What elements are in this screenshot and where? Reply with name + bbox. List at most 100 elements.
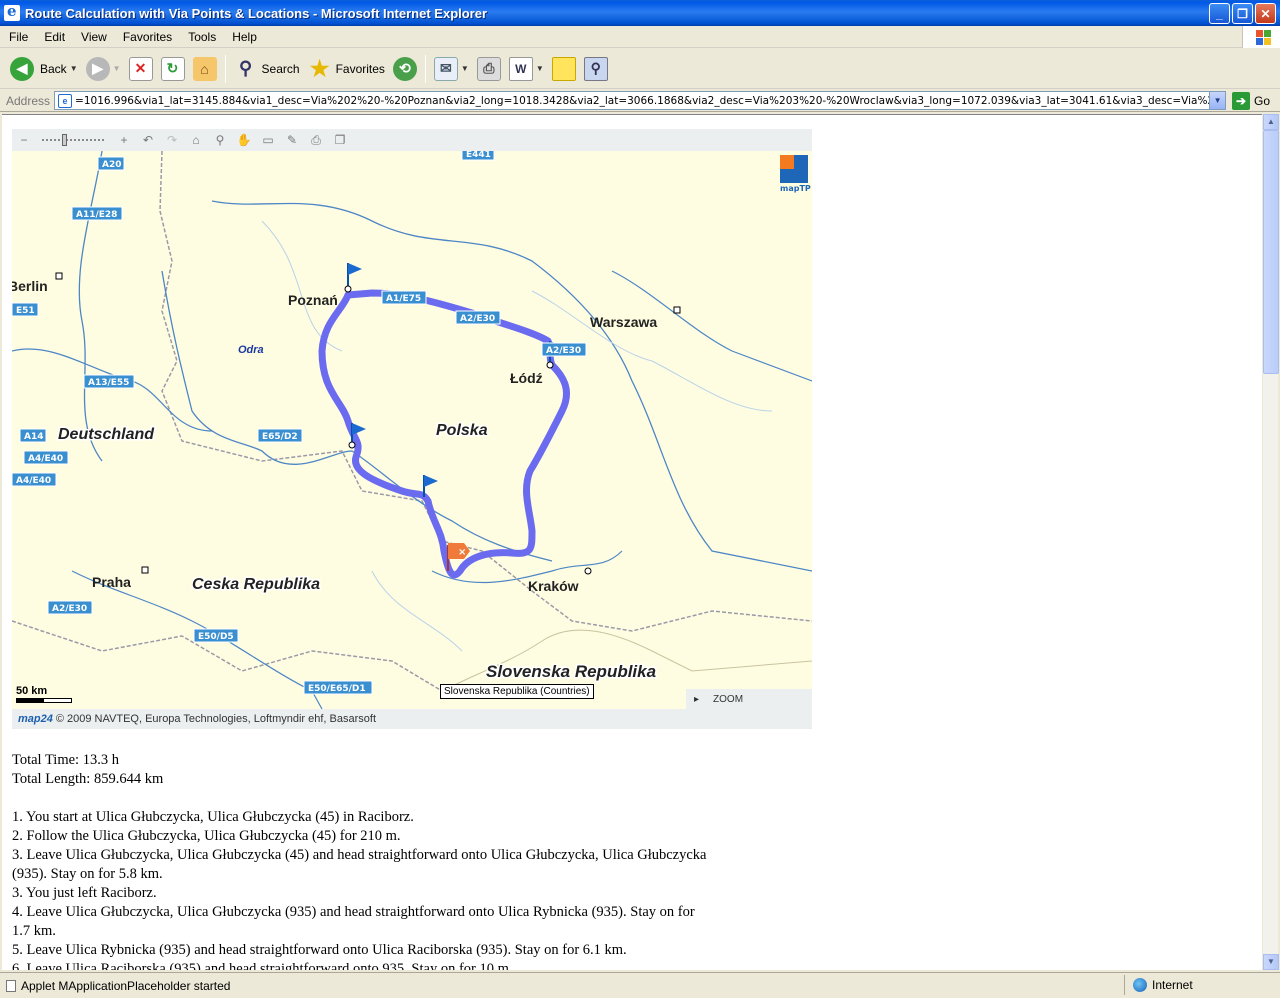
route-step: 4. Leave Ulica Głubczycka, Ulica Głubczy…	[12, 904, 695, 939]
home-icon: ⌂	[192, 56, 217, 81]
favorites-label: Favorites	[335, 61, 385, 76]
home-view-icon[interactable]: ⌂	[184, 133, 208, 147]
window-icon[interactable]: ❐	[328, 133, 352, 147]
forward-dropdown-icon[interactable]: ▼	[113, 64, 121, 73]
back-label: Back	[40, 61, 67, 76]
city-marker-praha	[141, 566, 149, 574]
search-button[interactable]: ⚲ Search	[230, 53, 304, 85]
menu-help[interactable]: Help	[223, 30, 264, 44]
svg-text:A20: A20	[102, 160, 122, 170]
history-button[interactable]: ⟲	[389, 53, 421, 85]
status-text: Applet MApplicationPlaceholder started	[0, 979, 230, 993]
refresh-icon: ↻	[160, 56, 185, 81]
address-input[interactable]: e =1016.996&via1_lat=3145.884&via1_desc=…	[54, 91, 1227, 110]
back-dropdown-icon[interactable]: ▼	[70, 64, 78, 73]
scroll-up-icon[interactable]: ▲	[1263, 114, 1279, 130]
menu-view[interactable]: View	[72, 30, 114, 44]
map-tooltip: Slovenska Republika (Countries)	[440, 684, 594, 699]
svg-text:A2/E30: A2/E30	[52, 604, 87, 614]
minimize-button[interactable]: _	[1209, 3, 1230, 24]
page-content: − + ↶ ↷ ⌂ ⚲ ✋ ▭ ✎ ⎙ ❐ × mapTP A20 A11/E2…	[2, 114, 1262, 970]
go-button[interactable]: ➔ Go	[1232, 91, 1270, 110]
toolbar-separator	[224, 54, 226, 83]
undo-icon[interactable]: ↶	[136, 133, 160, 147]
stop-button[interactable]: ✕	[125, 53, 157, 85]
scroll-down-icon[interactable]: ▼	[1263, 954, 1279, 970]
menu-favorites[interactable]: Favorites	[114, 30, 179, 44]
pin-icon[interactable]: ⚲	[208, 133, 232, 147]
city-label: Kraków	[528, 578, 579, 594]
map-footer: map24 © 2009 NAVTEQ, Europa Technologies…	[12, 709, 812, 729]
svg-text:A2/E30: A2/E30	[460, 314, 495, 324]
road-shield: A14	[19, 428, 47, 443]
road-shield: E65/D2	[257, 428, 303, 443]
menu-file[interactable]: File	[0, 30, 35, 44]
city-label: Łódź	[510, 370, 543, 386]
zoom-control[interactable]: ▸ ZOOM	[686, 689, 812, 709]
maximize-button[interactable]: ❐	[1232, 3, 1253, 24]
svg-text:A2/E30: A2/E30	[546, 346, 581, 356]
road-shield: A2/E30	[455, 310, 501, 325]
map-canvas[interactable]: × mapTP A20 A11/E28 E51 A13/E55 A14 A4/E40 A4/…	[12, 151, 812, 709]
vertical-scrollbar[interactable]: ▲ ▼	[1262, 114, 1279, 970]
stop-icon: ✕	[128, 56, 153, 81]
forward-button[interactable]: ▶ ▼	[82, 53, 125, 85]
print-map-icon[interactable]: ⎙	[304, 133, 328, 148]
mail-button[interactable]: ✉ ▼	[430, 53, 473, 85]
route-step: 5. Leave Ulica Rybnicka (935) and head s…	[12, 942, 627, 958]
menu-tools[interactable]: Tools	[179, 30, 223, 44]
svg-text:A11/E28: A11/E28	[76, 210, 117, 220]
total-time: Total Time: 13.3 h	[12, 752, 119, 768]
research-icon: ⚲	[583, 56, 608, 81]
edit-dropdown-icon[interactable]: ▼	[536, 64, 544, 73]
road-shield: A11/E28	[71, 206, 123, 221]
zoom-expand-icon[interactable]: ▸	[694, 694, 699, 705]
edit-button[interactable]: W ▼	[505, 53, 548, 85]
road-shield: A4/E40	[12, 472, 57, 487]
pencil-icon[interactable]: ✎	[280, 133, 304, 147]
scale-label: 50 km	[16, 685, 48, 697]
mail-dropdown-icon[interactable]: ▼	[461, 64, 469, 73]
address-label: Address	[6, 93, 51, 108]
print-button[interactable]: ⎙	[473, 53, 505, 85]
applet-icon	[6, 979, 16, 992]
redo-icon[interactable]: ↷	[160, 133, 184, 147]
discuss-button[interactable]	[548, 53, 580, 85]
address-bar: Address e =1016.996&via1_lat=3145.884&vi…	[0, 90, 1280, 112]
close-button[interactable]: ✕	[1255, 3, 1276, 24]
ie-icon	[4, 2, 20, 21]
zoom-out-icon[interactable]: −	[12, 133, 36, 147]
route-step: 1. You start at Ulica Głubczycka, Ulica …	[12, 809, 414, 825]
back-button[interactable]: ◀ Back ▼	[6, 53, 82, 85]
page-icon: e	[58, 93, 73, 108]
svg-text:E51: E51	[16, 306, 35, 316]
road-shield: A1/E75	[381, 290, 427, 305]
mail-icon: ✉	[433, 56, 458, 81]
address-url[interactable]: =1016.996&via1_lat=3145.884&via1_desc=Vi…	[75, 95, 1209, 107]
map-applet[interactable]: − + ↶ ↷ ⌂ ⚲ ✋ ▭ ✎ ⎙ ❐ × mapTP A20 A11/E2…	[12, 129, 812, 729]
zoom-in-icon[interactable]: +	[112, 133, 136, 147]
refresh-button[interactable]: ↻	[157, 53, 189, 85]
zoom-slider[interactable]	[42, 134, 106, 146]
zoom-slider-knob[interactable]	[62, 134, 67, 146]
svg-text:A14: A14	[24, 432, 44, 442]
road-shield: A13/E55	[83, 374, 135, 389]
scale-graphic	[16, 698, 72, 703]
menu-edit[interactable]: Edit	[35, 30, 72, 44]
research-button[interactable]: ⚲	[580, 53, 612, 85]
window-controls: _ ❐ ✕	[1209, 3, 1276, 24]
total-length: Total Length: 859.644 km	[12, 771, 164, 787]
address-dropdown-icon[interactable]: ▼	[1209, 92, 1226, 109]
route-summary: Total Time: 13.3 h Total Length: 859.644…	[12, 751, 712, 970]
route-step: 2. Follow the Ulica Głubczycka, Ulica Gł…	[12, 828, 401, 844]
security-zone: Internet	[1124, 975, 1193, 995]
country-label: Ceska Republika	[192, 576, 320, 593]
svg-text:A1/E75: A1/E75	[386, 294, 421, 304]
home-button[interactable]: ⌂	[189, 53, 221, 85]
measure-icon[interactable]: ▭	[256, 133, 280, 147]
city-label: Poznań	[288, 292, 338, 308]
scroll-thumb[interactable]	[1263, 130, 1279, 374]
favorites-button[interactable]: ★ Favorites	[304, 53, 389, 85]
pan-hand-icon[interactable]: ✋	[232, 133, 256, 147]
status-bar: Applet MApplicationPlaceholder started I…	[0, 972, 1280, 998]
